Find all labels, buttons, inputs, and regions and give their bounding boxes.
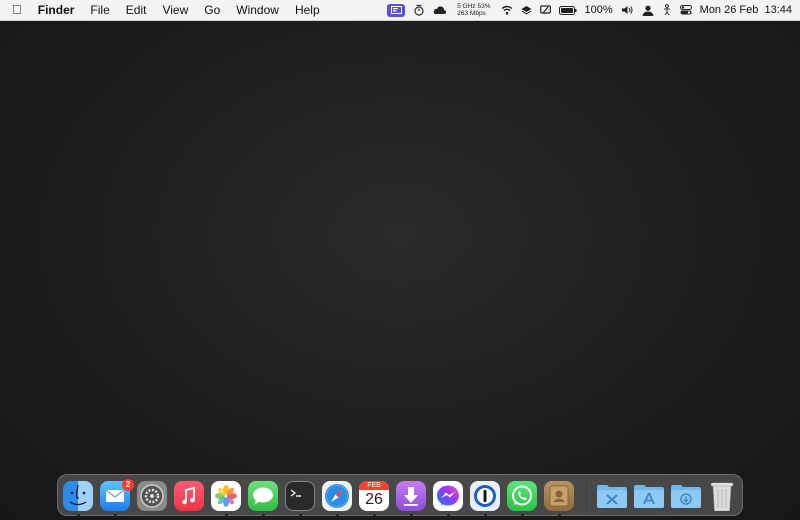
- menu-app-name[interactable]: Finder: [30, 0, 83, 20]
- clock[interactable]: Mon 26 Feb 13:44: [700, 0, 792, 20]
- dock-app-mail[interactable]: 2: [100, 479, 134, 511]
- dock-app-messages[interactable]: [248, 481, 278, 511]
- onepassword-icon: [474, 485, 496, 507]
- messages-icon: [253, 487, 273, 505]
- volume-icon[interactable]: [621, 0, 634, 20]
- accessibility-icon[interactable]: [662, 0, 672, 20]
- system-settings-icon: [140, 484, 164, 508]
- messenger-icon: [437, 485, 459, 506]
- network-stats[interactable]: 5 GHz 53% 263 Mbps: [457, 3, 490, 17]
- menu-edit[interactable]: Edit: [118, 0, 155, 20]
- dock-app-downloader[interactable]: [396, 481, 426, 511]
- dock-app-terminal[interactable]: [285, 481, 315, 511]
- mail-badge: 2: [122, 479, 134, 491]
- calendar-month: FEB: [359, 481, 389, 490]
- timer-icon[interactable]: [413, 0, 425, 20]
- dock-app-safari[interactable]: [322, 481, 352, 511]
- cloud-icon[interactable]: [433, 0, 447, 20]
- dock: 2 FEB 26: [57, 474, 743, 517]
- wifi-icon[interactable]: [501, 0, 513, 20]
- dock-folder-applications[interactable]: [633, 483, 665, 509]
- menu-go[interactable]: Go: [196, 0, 228, 20]
- calendar-icon: FEB 26: [359, 481, 389, 511]
- utilities-folder-icon: [597, 485, 627, 508]
- dock-app-photos[interactable]: [211, 481, 241, 511]
- menu-file[interactable]: File: [82, 0, 117, 20]
- display-icon[interactable]: [539, 0, 551, 20]
- user-icon[interactable]: [642, 0, 654, 20]
- menu-window[interactable]: Window: [228, 0, 287, 20]
- network-stat-line2: 263 Mbps: [457, 10, 486, 17]
- calendar-day: 26: [365, 491, 383, 508]
- trash-icon: [710, 482, 734, 511]
- battery-label[interactable]: 100%: [585, 0, 613, 20]
- menu-bar:  Finder File Edit View Go Window Help 5…: [0, 0, 800, 21]
- dock-trash[interactable]: [708, 481, 736, 511]
- applications-folder-icon: [634, 485, 664, 508]
- music-icon: [182, 486, 195, 505]
- finder-icon: [69, 484, 87, 506]
- dock-folder-downloads[interactable]: [670, 483, 702, 509]
- screen-status-icon[interactable]: [387, 0, 406, 20]
- dock-app-finder[interactable]: [63, 481, 93, 511]
- dock-folder-utilities[interactable]: [596, 483, 628, 509]
- layers-icon[interactable]: [521, 0, 532, 20]
- dock-app-1password[interactable]: [470, 481, 500, 511]
- dock-app-contacts[interactable]: [544, 481, 574, 511]
- dock-app-music[interactable]: [174, 481, 204, 511]
- menu-help[interactable]: Help: [287, 0, 328, 20]
- dock-separator: [586, 481, 587, 511]
- whatsapp-icon: [512, 485, 532, 506]
- dock-app-whatsapp[interactable]: [507, 481, 537, 511]
- dock-app-messenger[interactable]: [433, 481, 463, 511]
- dock-app-system-settings[interactable]: [137, 481, 167, 511]
- apple-menu-icon[interactable]: : [0, 0, 30, 20]
- dock-app-calendar[interactable]: FEB 26: [359, 481, 389, 511]
- network-stat-line1: 5 GHz 53%: [457, 3, 491, 10]
- control-center-icon[interactable]: [679, 0, 692, 20]
- menu-view[interactable]: View: [154, 0, 196, 20]
- terminal-icon: [290, 489, 301, 497]
- safari-icon: [325, 484, 349, 508]
- battery-icon[interactable]: [558, 0, 577, 20]
- contacts-icon: [549, 485, 569, 507]
- photos-icon: [215, 485, 237, 507]
- downloads-folder-icon: [671, 485, 701, 508]
- downloader-icon: [404, 487, 418, 506]
